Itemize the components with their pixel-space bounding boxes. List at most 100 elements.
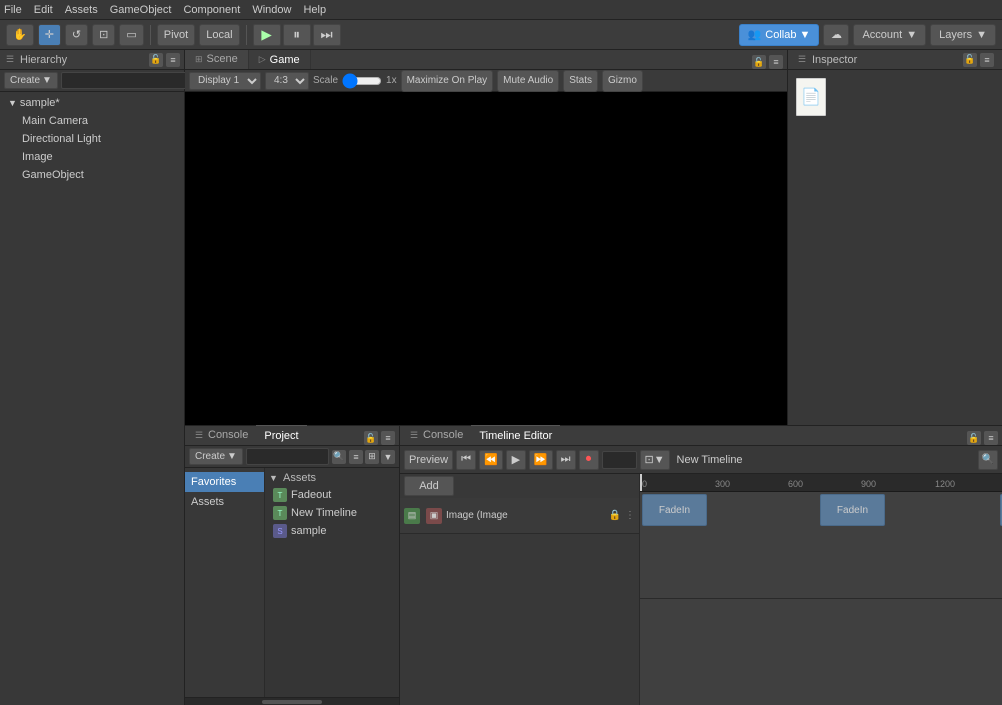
hierarchy-root-item[interactable]: ▼ sample* [0, 94, 184, 112]
menu-help[interactable]: Help [303, 4, 326, 16]
assets-scrollbar[interactable] [185, 697, 399, 705]
gizmos-button[interactable]: Gizmo [602, 70, 643, 92]
hierarchy-toolbar: Create ▼ All ≡ [0, 70, 184, 92]
folder-expand-icon[interactable]: ▼ [269, 473, 278, 483]
inspector-content: 📄 [788, 70, 1002, 425]
timeline-search-icon[interactable]: 🔍 [978, 450, 998, 470]
asset-item-new-timeline[interactable]: T New Timeline [269, 504, 395, 522]
inspector-menu-icon[interactable]: ≡ [980, 53, 994, 67]
mute-audio-button[interactable]: Mute Audio [497, 70, 559, 92]
assets-create-button[interactable]: Create ▼ [189, 448, 243, 465]
menu-assets[interactable]: Assets [65, 4, 98, 16]
layers-chevron-icon: ▼ [976, 29, 987, 41]
menu-component[interactable]: Component [183, 4, 240, 16]
top-row: ⊞ Scene ▷ Game 🔓 ≡ Display 1 [185, 50, 1002, 425]
scene-lock-icon[interactable]: 🔓 [752, 55, 766, 69]
clip-fadein-1[interactable]: FadeIn [820, 494, 885, 526]
main-layout: ☰ Hierarchy 🔓 ≡ Create ▼ All ≡ ▼ sample* [0, 50, 1002, 705]
timeline-end-button[interactable]: ⏭ [556, 450, 576, 470]
hierarchy-item-directional-light[interactable]: Directional Light [0, 130, 184, 148]
layers-button[interactable]: Layers ▼ [930, 24, 996, 46]
assets-sidebar: Favorites Assets ▼ Assets T Fadeout [185, 468, 399, 697]
game-tab[interactable]: ▷ Game [249, 50, 311, 69]
project-menu-icon[interactable]: ≡ [381, 431, 395, 445]
hierarchy-item-image[interactable]: Image [0, 148, 184, 166]
menu-window[interactable]: Window [252, 4, 291, 16]
assets-search-icon[interactable]: 🔍 [332, 450, 346, 464]
aspect-select[interactable]: 4:3 [265, 72, 309, 90]
game-tab-icon: ▷ [259, 54, 266, 65]
inspector-panel: ☰ Inspector 🔓 ≡ 📄 [787, 50, 1002, 425]
assets-filter-icon[interactable]: ▼ [381, 450, 395, 464]
assets-search-input[interactable] [246, 448, 329, 465]
collab-button[interactable]: 👥 Collab ▼ [739, 24, 820, 46]
timeline-next-button[interactable]: ⏩ [529, 450, 553, 470]
asset-item-fadeout[interactable]: T Fadeout [269, 486, 395, 504]
assets-list-view-icon[interactable]: ≡ [349, 450, 363, 464]
rect-tool-button[interactable]: ▭ [119, 24, 143, 46]
timeline-tracks: Add ▤ ▣ Image (Image 🔒 ⋮ [400, 474, 640, 705]
hierarchy-panel: ☰ Hierarchy 🔓 ≡ Create ▼ All ≡ ▼ sample* [0, 50, 185, 705]
console-tab[interactable]: ☰ Console [185, 425, 256, 445]
move-tool-button[interactable]: ✛ [38, 24, 61, 46]
preview-button[interactable]: Preview [404, 450, 453, 470]
scene-tab-icon: ⊞ [195, 54, 203, 65]
timeline-add-button[interactable]: Add [404, 476, 454, 496]
pivot-button[interactable]: Pivot [157, 24, 195, 46]
rotate-tool-button[interactable]: ↺ [65, 24, 88, 46]
asset-item-sample[interactable]: S sample [269, 522, 395, 540]
project-tab-bar: ☰ Console Project 🔓 ≡ [185, 426, 399, 446]
scene-menu-icon[interactable]: ≡ [769, 55, 783, 69]
track-menu-icon[interactable]: ⋮ [625, 510, 635, 521]
scale-tool-button[interactable]: ⊡ [92, 24, 115, 46]
timeline-ruler[interactable]: 0 300 600 900 1200 1500 1800 1900 [640, 474, 1002, 492]
play-button[interactable]: ▶ [253, 24, 281, 46]
scale-value: 1x [386, 75, 397, 86]
project-tab[interactable]: Project [256, 425, 306, 445]
hierarchy-item-gameobject[interactable]: GameObject [0, 166, 184, 184]
hierarchy-lock-icon[interactable]: 🔓 [149, 53, 163, 67]
center-area: ⊞ Scene ▷ Game 🔓 ≡ Display 1 [185, 50, 1002, 705]
assets-item[interactable]: Assets [185, 492, 264, 512]
inspector-header-icons: 🔓 ≡ [963, 53, 994, 67]
inspector-lock-icon[interactable]: 🔓 [963, 53, 977, 67]
console-bottom-tab[interactable]: ☰ Console [400, 425, 471, 445]
scale-slider[interactable] [342, 73, 382, 89]
timeline-record-button[interactable]: ⏺ [579, 450, 599, 470]
game-toolbar: Display 1 4:3 Scale 1x Maximize On Play … [185, 70, 787, 92]
clip-fadein-0[interactable]: FadeIn [642, 494, 707, 526]
timeline-play-button[interactable]: ▶ [506, 450, 526, 470]
menu-file[interactable]: File [4, 4, 22, 16]
favorites-item[interactable]: Favorites [185, 472, 264, 492]
menu-gameobject[interactable]: GameObject [110, 4, 172, 16]
assets-toolbar: Create ▼ 🔍 ≡ ⊞ ▼ [185, 446, 399, 468]
hierarchy-icon: ☰ [4, 54, 16, 66]
hand-tool-button[interactable]: ✋ [6, 24, 34, 46]
hierarchy-item-main-camera[interactable]: Main Camera [0, 112, 184, 130]
timeline-prev-button[interactable]: ⏪ [479, 450, 503, 470]
account-button[interactable]: Account ▼ [853, 24, 926, 46]
play-controls: ▶ ⏸ ⏭ [253, 24, 341, 46]
local-button[interactable]: Local [199, 24, 239, 46]
timeline-menu-icon[interactable]: ≡ [984, 431, 998, 445]
step-button[interactable]: ⏭ [313, 24, 341, 46]
timeline-time-input[interactable]: 0 [602, 451, 637, 469]
timeline-lock-icon[interactable]: 🔓 [967, 431, 981, 445]
timeline-expand-button[interactable]: ⊡▼ [640, 450, 670, 470]
scene-tab[interactable]: ⊞ Scene [185, 50, 249, 69]
project-lock-icon[interactable]: 🔓 [364, 431, 378, 445]
menu-edit[interactable]: Edit [34, 4, 53, 16]
cloud-button[interactable]: ☁ [823, 24, 849, 46]
timeline-start-button[interactable]: ⏮ [456, 450, 476, 470]
track-lock-icon[interactable]: 🔒 [609, 510, 621, 521]
maximize-play-button[interactable]: Maximize On Play [401, 70, 494, 92]
pause-button[interactable]: ⏸ [283, 24, 311, 46]
hierarchy-search-input[interactable] [61, 72, 203, 89]
hierarchy-menu-icon[interactable]: ≡ [166, 53, 180, 67]
display-select[interactable]: Display 1 [189, 72, 261, 90]
timeline-content: Add ▤ ▣ Image (Image 🔒 ⋮ [400, 474, 1002, 705]
assets-grid-view-icon[interactable]: ⊞ [365, 450, 379, 464]
hierarchy-create-button[interactable]: Create ▼ [4, 72, 58, 89]
stats-button[interactable]: Stats [563, 70, 598, 92]
timeline-editor-tab[interactable]: Timeline Editor [471, 425, 560, 445]
